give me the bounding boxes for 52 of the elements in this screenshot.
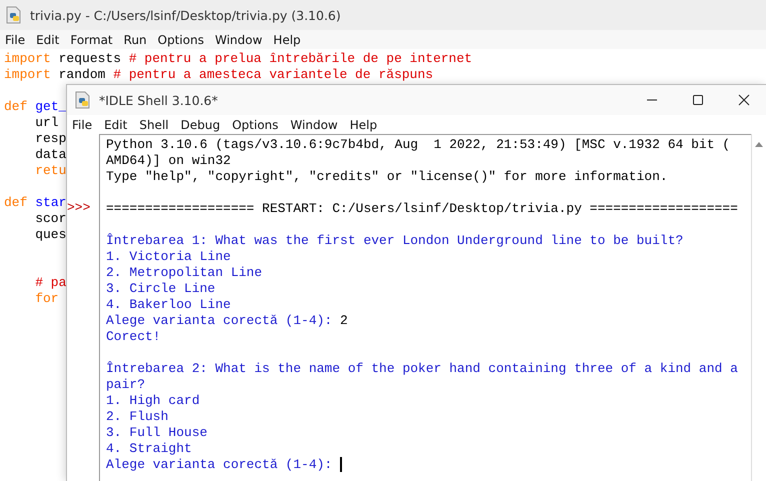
output-text: Corect! (106, 329, 161, 344)
menu-item[interactable]: Help (350, 118, 378, 132)
menu-item[interactable]: Edit (104, 118, 128, 132)
shell-text: Type "help", "copyright", "credits" or "license()" for more information. (106, 169, 668, 184)
menu-item[interactable]: Window (290, 118, 338, 132)
shell-text: AMD64)] on win32 (106, 153, 231, 168)
code-line: for (34, 291, 59, 306)
output-text: 1. Victoria Line (106, 249, 231, 264)
output-text: 4. Bakerloo Line (106, 297, 231, 312)
menu-item[interactable]: File (72, 118, 92, 132)
output-text: 2. Metropolitan Line (106, 265, 262, 280)
shell-prompt: >>> (67, 200, 90, 215)
code-line: import random # pentru a amesteca variantele de răspuns (4, 67, 434, 82)
window-title: trivia.py - C:/Users/lsinf/Desktop/trivia.py (3.10.6) (30, 8, 341, 22)
code-line: import requests # pentru a prelua întrebările de pe internet (4, 51, 472, 66)
output-text: Alege varianta corectă (1-4): (106, 313, 334, 328)
maximize-icon[interactable] (692, 94, 704, 106)
code-line: retu (34, 163, 66, 178)
menu-item[interactable]: Options (158, 32, 204, 46)
menu-item[interactable]: Shell (139, 118, 169, 132)
menu-item[interactable]: File (5, 32, 26, 46)
menu-item[interactable]: Window (214, 32, 262, 46)
code-line: data (34, 147, 66, 162)
output-text: 4. Straight (106, 441, 192, 456)
typed-answer: 2 (340, 313, 348, 328)
output-text: Întrebarea 1: What was the first ever London Underground line to be built? (106, 233, 684, 248)
menu-item[interactable]: Run (124, 32, 147, 46)
code-line: ques (34, 227, 66, 242)
menu-item[interactable]: Edit (36, 32, 60, 46)
code-line: # pa (34, 275, 66, 290)
output-text: 3. Full House (106, 425, 208, 440)
close-icon[interactable] (738, 94, 750, 106)
restart-line: =================== RESTART: C:/Users/lsinf/Desktop/trivia.py =================== (106, 201, 738, 216)
code-line: url (34, 115, 59, 130)
window-title: *IDLE Shell 3.10.6* (99, 92, 218, 108)
menu-item[interactable]: Debug (180, 118, 220, 132)
output-text: 2. Flush (106, 409, 168, 424)
python-file-icon (6, 6, 22, 24)
menu-item[interactable]: Help (273, 32, 301, 46)
output-text: 3. Circle Line (106, 281, 216, 296)
output-text: 1. High card (106, 393, 200, 408)
menu-item[interactable]: Options (232, 118, 278, 132)
code-line: def get_ (4, 99, 66, 114)
code-line: def star (4, 195, 66, 210)
code-line: resp (34, 131, 66, 146)
code-line: scor (34, 211, 66, 226)
output-text: Întrebarea 2: What is the name of the poker hand containing three of a kind and a pair? (106, 361, 739, 392)
output-text: Alege varianta corectă (1-4): (106, 457, 334, 472)
menu-item[interactable]: Format (70, 32, 113, 46)
shell-text: Python 3.10.6 (tags/v3.10.6:9c7b4bd, Aug 1 2022, 21:53:49) [MSC v.1932 64 bit ( (106, 137, 730, 152)
python-file-icon (75, 91, 91, 109)
scroll-up-icon[interactable] (754, 140, 764, 148)
